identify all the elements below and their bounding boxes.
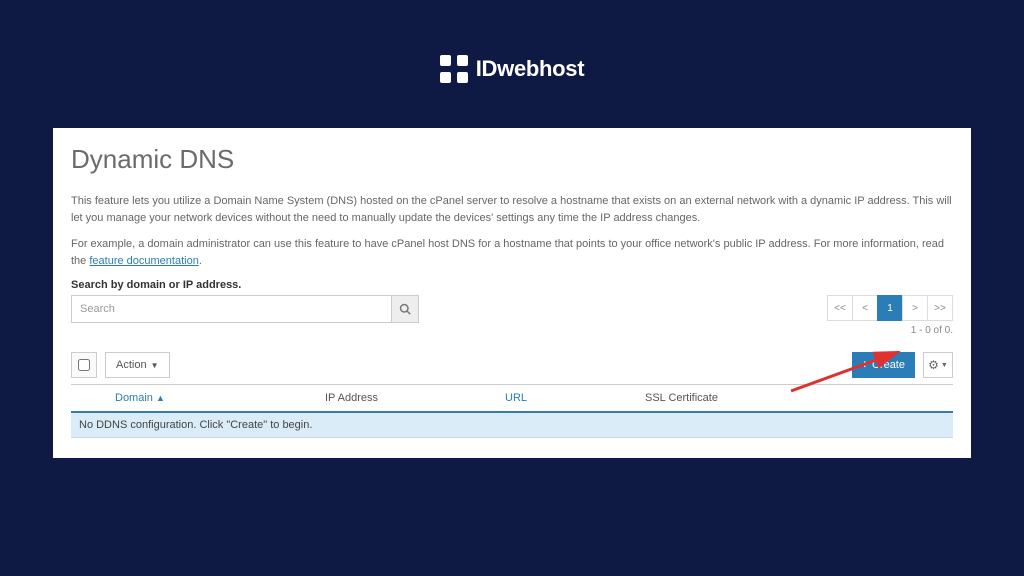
col-ip[interactable]: IP Address [325, 392, 505, 404]
description-2: For example, a domain administrator can … [71, 236, 953, 269]
sort-asc-icon: ▲ [156, 393, 165, 403]
pager-prev[interactable]: < [852, 295, 878, 321]
select-all-wrapper[interactable] [71, 352, 97, 378]
col-domain[interactable]: Domain ▲ [75, 392, 325, 404]
action-dropdown-label: Action [116, 359, 147, 371]
plus-icon: + [862, 359, 868, 371]
brand-header: IDwebhost [0, 0, 1024, 88]
description-1: This feature lets you utilize a Domain N… [71, 193, 953, 226]
select-all-checkbox[interactable] [78, 359, 90, 371]
search-box [71, 295, 419, 323]
chevron-down-icon: ▼ [941, 362, 948, 369]
empty-state-row: No DDNS configuration. Click "Create" to… [71, 413, 953, 438]
col-ssl[interactable]: SSL Certificate [645, 392, 805, 404]
action-dropdown[interactable]: Action ▼ [105, 352, 170, 378]
col-domain-label: Domain [115, 392, 153, 404]
description-2-post: . [199, 255, 202, 267]
search-label: Search by domain or IP address. [71, 279, 953, 291]
col-url[interactable]: URL [505, 392, 645, 404]
search-icon [399, 303, 411, 315]
pagination: << < 1 > >> [828, 295, 953, 321]
pager-first[interactable]: << [827, 295, 853, 321]
brand-name: IDwebhost [476, 56, 585, 82]
search-button[interactable] [391, 295, 419, 323]
chevron-down-icon: ▼ [151, 361, 159, 370]
page-title: Dynamic DNS [71, 144, 953, 175]
create-button-label: Create [872, 359, 905, 371]
pager-next[interactable]: > [902, 295, 928, 321]
settings-button[interactable]: ⚙ ▼ [923, 352, 953, 378]
pager-count: 1 - 0 of 0. [828, 325, 953, 336]
gear-icon: ⚙ [928, 358, 939, 372]
create-button[interactable]: + Create [852, 352, 915, 378]
search-input[interactable] [71, 295, 391, 323]
feature-doc-link[interactable]: feature documentation [89, 255, 198, 267]
table-header-row: Domain ▲ IP Address URL SSL Certificate [71, 385, 953, 413]
description-2-pre: For example, a domain administrator can … [71, 238, 944, 267]
brand-logo-icon [440, 55, 468, 83]
pager-page-1[interactable]: 1 [877, 295, 903, 321]
main-panel: Dynamic DNS This feature lets you utiliz… [53, 128, 971, 458]
brand-logo: IDwebhost [440, 55, 585, 83]
pager-last[interactable]: >> [927, 295, 953, 321]
